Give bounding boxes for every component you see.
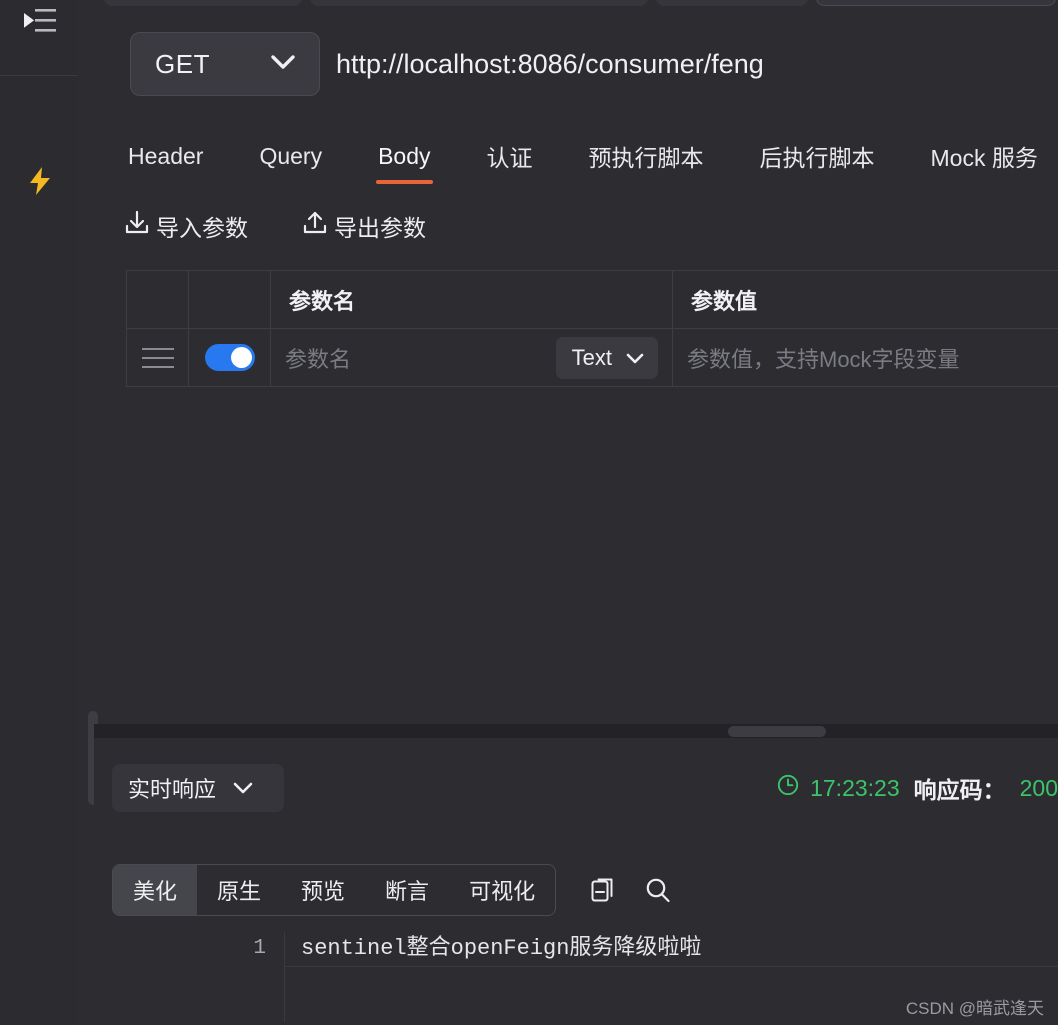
- search-icon[interactable]: [644, 876, 672, 904]
- response-tool-icons: [590, 876, 672, 904]
- watermark: CSDN @暗武逢天: [905, 999, 1044, 1018]
- import-params-button[interactable]: 导入参数: [124, 209, 248, 243]
- request-tabs: Header Query Body 认证 预执行脚本 后执行脚本 Mock 服务: [94, 130, 1058, 192]
- download-icon: [124, 210, 150, 242]
- table-row: 参数名 Text 参数值，支持Mock字段变量: [127, 329, 1058, 387]
- row-enable-toggle[interactable]: [189, 329, 271, 387]
- tab-visualize[interactable]: 可视化: [449, 865, 555, 915]
- tab-pre-script[interactable]: 预执行脚本: [587, 135, 706, 187]
- response-code-value: 200: [1019, 774, 1058, 801]
- main-panel: GET http://localhost:8086/consumer/feng …: [88, 0, 1058, 1025]
- row-drag-handle[interactable]: [127, 329, 189, 387]
- request-bar: GET http://localhost:8086/consumer/feng: [94, 14, 1058, 110]
- import-params-label: 导入参数: [156, 215, 248, 241]
- field-stub: [310, 0, 648, 6]
- chevron-down-icon: [267, 52, 299, 77]
- response-code-label: 响应码：: [913, 777, 1006, 803]
- param-name-input[interactable]: 参数名: [285, 342, 351, 374]
- drag-handle-icon: [141, 347, 174, 368]
- param-value-input[interactable]: 参数值，支持Mock字段变量: [687, 342, 960, 374]
- request-detail-card: Header Query Body 认证 预执行脚本 后执行脚本 Mock 服务: [88, 114, 1058, 805]
- tab-auth[interactable]: 认证: [485, 135, 535, 187]
- response-view-tabs: 美化 原生 预览 断言 可视化: [112, 864, 557, 916]
- response-meta: 17:23:23 响应码： 200: [776, 764, 1058, 812]
- chevron-down-icon: [624, 345, 646, 371]
- col-param-value: 参数值: [673, 271, 1058, 329]
- param-type-select[interactable]: Text: [555, 336, 658, 379]
- response-mode-label: 实时响应: [128, 777, 217, 802]
- http-method-select[interactable]: GET: [130, 32, 320, 96]
- param-name-cell: 参数名 Text: [271, 329, 673, 387]
- param-value-cell: 参数值，支持Mock字段变量: [673, 329, 1058, 387]
- param-table: 参数名 参数值 参数名 Text 参数值，支持Mock字段变量: [126, 270, 1058, 387]
- upload-icon: [302, 210, 328, 242]
- response-panel: 实时响应 17:23:23 响应码： 200 美化 原生 预览 断言 可视化 1…: [94, 738, 1058, 1025]
- col-drag: [127, 271, 189, 329]
- export-params-label: 导出参数: [334, 215, 426, 241]
- tab-query[interactable]: Query: [257, 139, 324, 184]
- response-view-toolbar: 美化 原生 预览 断言 可视化: [112, 864, 672, 916]
- field-stub: [656, 0, 808, 6]
- param-type-label: Text: [571, 344, 612, 370]
- left-sidebar: [0, 0, 78, 1025]
- splitter-grip[interactable]: [728, 726, 826, 737]
- col-param-name: 参数名: [271, 271, 673, 329]
- app-root: GET http://localhost:8086/consumer/feng …: [0, 0, 1058, 1025]
- cut-off-field-strip: [94, 0, 1058, 14]
- chevron-down-icon: [230, 775, 256, 801]
- col-enabled: [189, 271, 271, 329]
- response-time: 17:23:23: [776, 773, 900, 803]
- line-content: sentinel整合openFeign服务降级啦啦: [284, 932, 1058, 966]
- tab-post-script[interactable]: 后执行脚本: [758, 135, 877, 187]
- line-number: 1: [253, 937, 266, 960]
- copy-icon[interactable]: [590, 876, 616, 904]
- clock-icon: [776, 773, 800, 803]
- response-time-text: 17:23:23: [810, 774, 900, 801]
- tab-header[interactable]: Header: [126, 139, 205, 184]
- tab-mock-service[interactable]: Mock 服务: [929, 135, 1040, 187]
- collapse-menu-icon[interactable]: [22, 5, 58, 37]
- sidebar-divider: [0, 75, 78, 76]
- url-input[interactable]: http://localhost:8086/consumer/feng: [336, 32, 764, 96]
- lightning-bolt-icon[interactable]: [26, 166, 54, 196]
- tab-beautify[interactable]: 美化: [113, 865, 198, 915]
- tab-raw[interactable]: 原生: [197, 865, 281, 915]
- response-mode-select[interactable]: 实时响应: [112, 764, 284, 812]
- code-line: 1 sentinel整合openFeign服务降级啦啦: [220, 932, 1058, 966]
- tab-preview[interactable]: 预览: [281, 865, 365, 915]
- field-stub: [816, 0, 1056, 6]
- field-stub: [104, 0, 302, 6]
- param-io-actions: 导入参数 导出参数: [124, 206, 480, 246]
- param-table-header: 参数名 参数值: [127, 271, 1058, 329]
- panel-splitter: [94, 724, 1058, 738]
- tab-assert[interactable]: 断言: [365, 865, 449, 915]
- tab-body[interactable]: Body: [376, 139, 433, 184]
- http-method-label: GET: [155, 48, 210, 79]
- export-params-button[interactable]: 导出参数: [302, 209, 426, 243]
